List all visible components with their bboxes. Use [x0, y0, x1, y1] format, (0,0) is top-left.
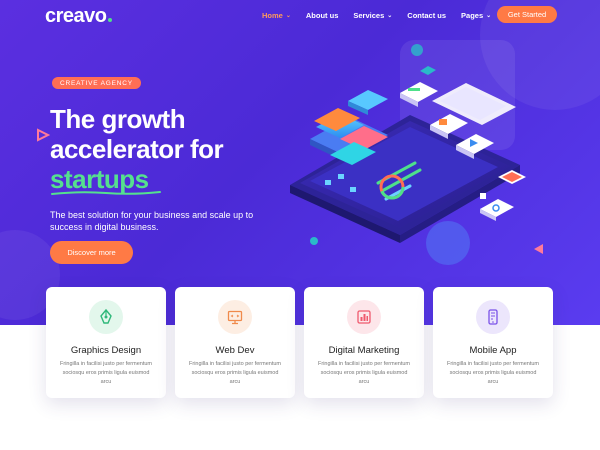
nav-label: Home — [262, 11, 283, 20]
card-description: Fringilla in facilisi justo per fermentu… — [189, 361, 282, 385]
chevron-down-icon: ⌄ — [486, 13, 492, 19]
hero-headline: The growth accelerator for startups — [50, 104, 224, 195]
pen-tool-icon — [89, 300, 123, 334]
service-card-marketing[interactable]: Digital Marketing Fringilla in facilisi … — [304, 287, 424, 398]
card-description: Fringilla in facilisi justo per fermentu… — [447, 361, 540, 385]
nav-label: About us — [305, 11, 339, 20]
chevron-down-icon: ⌄ — [387, 13, 393, 19]
headline-line-2: accelerator for — [50, 134, 224, 164]
card-title: Graphics Design — [70, 345, 142, 356]
headline-highlight: startups — [50, 164, 161, 195]
creative-agency-badge: CREATIVE AGENCY — [52, 77, 141, 89]
nav-label: Services — [353, 11, 385, 20]
card-title: Web Dev — [215, 345, 255, 356]
monitor-icon — [218, 300, 252, 334]
nav-label: Pages — [461, 11, 484, 20]
underline-squiggle — [51, 191, 161, 195]
discover-more-button[interactable]: Discover more — [50, 241, 133, 264]
nav-pages[interactable]: Pages ⌄ — [461, 11, 491, 20]
card-title: Digital Marketing — [328, 345, 400, 356]
service-card-mobile[interactable]: Mobile App Fringilla in facilisi justo p… — [433, 287, 553, 398]
nav-contact[interactable]: Contact us — [407, 11, 446, 20]
logo-dot — [107, 18, 112, 22]
service-card-webdev[interactable]: Web Dev Fringilla in facilisi justo per … — [175, 287, 295, 398]
triangle-decor-icon — [37, 128, 50, 142]
mobile-app-icon — [476, 300, 510, 334]
bar-chart-icon — [347, 300, 381, 334]
hero-section: creavo Home ⌄ About us Services ⌄ Contact … — [0, 0, 600, 325]
nav-home[interactable]: Home ⌄ — [262, 11, 291, 20]
card-title: Mobile App — [469, 345, 517, 356]
isometric-app-illustration — [290, 40, 526, 265]
logo[interactable]: creavo — [45, 5, 112, 28]
headline-line-1: The growth — [50, 104, 186, 134]
logo-text: creavo — [45, 5, 107, 27]
nav-services[interactable]: Services ⌄ — [353, 11, 392, 20]
service-card-graphics[interactable]: Graphics Design Fringilla in facilisi ju… — [46, 287, 166, 398]
card-description: Fringilla in facilisi justo per fermentu… — [60, 361, 153, 385]
get-started-button[interactable]: Get Started — [497, 6, 557, 23]
chevron-down-icon: ⌄ — [285, 13, 291, 19]
main-nav: Home ⌄ About us Services ⌄ Contact us Page… — [262, 11, 506, 20]
nav-about[interactable]: About us — [306, 11, 339, 20]
hero-subtext: The best solution for your business and … — [50, 210, 254, 232]
card-description: Fringilla in facilisi justo per fermentu… — [318, 361, 411, 385]
nav-label: Contact us — [407, 11, 447, 20]
